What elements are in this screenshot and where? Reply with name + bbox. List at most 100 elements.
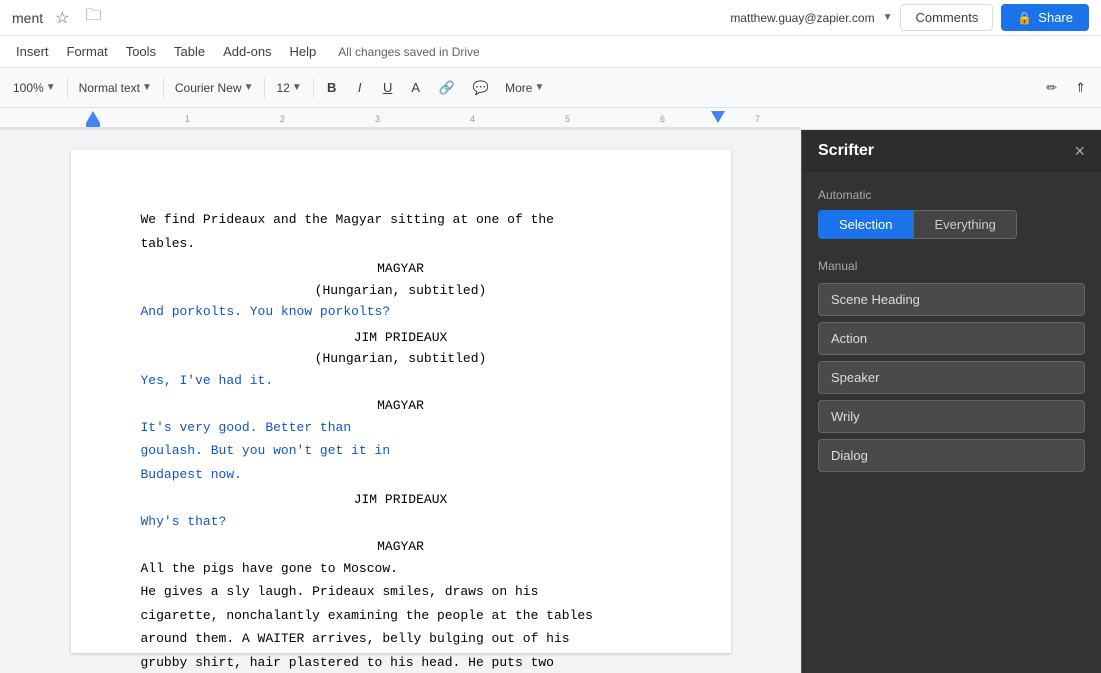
top-bar: ment ☆ 🗀 matthew.guay@zapier.com ▼ Comme… bbox=[0, 0, 1101, 36]
scrifter-header: Scrifter × bbox=[802, 130, 1101, 172]
style-value: Normal text bbox=[79, 81, 140, 95]
menu-addons[interactable]: Add-ons bbox=[215, 40, 279, 63]
dialog-line: Budapest now. bbox=[141, 465, 661, 485]
font-value: Courier New bbox=[175, 81, 242, 95]
ruler-svg: 1 2 3 4 5 6 7 bbox=[0, 108, 1101, 129]
zoom-value: 100% bbox=[13, 81, 44, 95]
action-line: grubby shirt, hair plastered to his head… bbox=[141, 653, 661, 673]
dialog-line: And porkolts. You know porkolts? bbox=[141, 302, 661, 322]
share-label: Share bbox=[1038, 10, 1073, 25]
main: We find Prideaux and the Magyar sitting … bbox=[0, 130, 1101, 673]
character-line: MAGYAR bbox=[141, 396, 661, 416]
zoom-chevron: ▼ bbox=[46, 82, 56, 93]
folder-icon[interactable]: 🗀 bbox=[81, 2, 105, 33]
speaker-button[interactable]: Speaker bbox=[818, 361, 1085, 394]
character-line: MAGYAR bbox=[141, 537, 661, 557]
menu-format[interactable]: Format bbox=[59, 40, 116, 63]
everything-button[interactable]: Everything bbox=[913, 210, 1016, 239]
link-button[interactable]: 🔗 bbox=[432, 75, 462, 101]
italic-button[interactable]: I bbox=[348, 75, 372, 101]
more-value: More bbox=[505, 81, 532, 95]
scene-block-3: JIM PRIDEAUX (Hungarian, subtitled) Yes,… bbox=[141, 328, 661, 391]
underline-button[interactable]: U bbox=[376, 75, 400, 101]
selection-button[interactable]: Selection bbox=[818, 210, 913, 239]
scene-block-5: JIM PRIDEAUX Why's that? bbox=[141, 490, 661, 531]
share-button[interactable]: 🔒 Share bbox=[1001, 4, 1089, 31]
svg-text:7: 7 bbox=[755, 114, 760, 124]
page[interactable]: We find Prideaux and the Magyar sitting … bbox=[71, 150, 731, 653]
dialog-line: Why's that? bbox=[141, 512, 661, 532]
action-line: We find Prideaux and the Magyar sitting … bbox=[141, 210, 661, 230]
scene-block-1: We find Prideaux and the Magyar sitting … bbox=[141, 210, 661, 253]
scrifter-close-button[interactable]: × bbox=[1074, 142, 1085, 160]
divider-4 bbox=[313, 78, 314, 98]
size-value: 12 bbox=[276, 81, 289, 95]
character-line: JIM PRIDEAUX bbox=[141, 490, 661, 510]
style-chevron: ▼ bbox=[142, 82, 152, 93]
divider-2 bbox=[163, 78, 164, 98]
dialog-line: Yes, I've had it. bbox=[141, 371, 661, 391]
doc-area[interactable]: We find Prideaux and the Magyar sitting … bbox=[0, 130, 801, 673]
scrifter-title: Scrifter bbox=[818, 142, 874, 160]
automatic-label: Automatic bbox=[818, 188, 1085, 202]
collapse-button[interactable]: ⇑ bbox=[1068, 75, 1093, 101]
svg-text:1: 1 bbox=[185, 114, 190, 124]
wrily-button[interactable]: Wrily bbox=[818, 400, 1085, 433]
action-line: He gives a sly laugh. Prideaux smiles, d… bbox=[141, 582, 661, 602]
menu-table[interactable]: Table bbox=[166, 40, 213, 63]
user-email: matthew.guay@zapier.com bbox=[730, 11, 874, 25]
scene-block-6: MAGYAR All the pigs have gone to Moscow.… bbox=[141, 537, 661, 673]
manual-label: Manual bbox=[818, 259, 1085, 273]
parenthetical-line: (Hungarian, subtitled) bbox=[141, 281, 661, 301]
font-color-button[interactable]: A bbox=[404, 75, 428, 101]
svg-text:6: 6 bbox=[660, 114, 665, 124]
star-icon[interactable]: ☆ bbox=[51, 6, 73, 30]
svg-text:3: 3 bbox=[375, 114, 380, 124]
chevron-down-icon[interactable]: ▼ bbox=[883, 12, 893, 23]
doc-title: ment bbox=[12, 10, 43, 26]
scene-block-2: MAGYAR (Hungarian, subtitled) And porkol… bbox=[141, 259, 661, 322]
svg-text:5: 5 bbox=[565, 114, 570, 124]
menu-insert[interactable]: Insert bbox=[8, 40, 57, 63]
dialog-line: It's very good. Better than bbox=[141, 418, 661, 438]
more-chevron: ▼ bbox=[534, 82, 544, 93]
menu-bar: Insert Format Tools Table Add-ons Help A… bbox=[0, 36, 1101, 68]
dialog-button[interactable]: Dialog bbox=[818, 439, 1085, 472]
pen-button[interactable]: ✏ bbox=[1039, 75, 1064, 101]
action-line: around them. A WAITER arrives, belly bul… bbox=[141, 629, 661, 649]
top-bar-left: ment ☆ 🗀 bbox=[12, 2, 105, 33]
font-chevron: ▼ bbox=[244, 82, 254, 93]
action-line: All the pigs have gone to Moscow. bbox=[141, 559, 661, 579]
svg-text:4: 4 bbox=[470, 114, 475, 124]
svg-text:2: 2 bbox=[280, 114, 285, 124]
size-select[interactable]: 12 ▼ bbox=[271, 77, 306, 99]
zoom-select[interactable]: 100% ▼ bbox=[8, 77, 61, 99]
menu-help[interactable]: Help bbox=[282, 40, 325, 63]
divider-1 bbox=[67, 78, 68, 98]
parenthetical-line: (Hungarian, subtitled) bbox=[141, 349, 661, 369]
scene-heading-button[interactable]: Scene Heading bbox=[818, 283, 1085, 316]
manual-buttons: Scene Heading Action Speaker Wrily Dialo… bbox=[818, 283, 1085, 472]
comment-button[interactable]: 💬 bbox=[466, 75, 496, 101]
autosave-message: All changes saved in Drive bbox=[338, 45, 479, 59]
top-bar-right: matthew.guay@zapier.com ▼ Comments 🔒 Sha… bbox=[730, 4, 1089, 31]
divider-3 bbox=[264, 78, 265, 98]
action-button[interactable]: Action bbox=[818, 322, 1085, 355]
lock-icon: 🔒 bbox=[1017, 11, 1032, 25]
toolbar: 100% ▼ Normal text ▼ Courier New ▼ 12 ▼ … bbox=[0, 68, 1101, 108]
scrifter-body: Automatic Selection Everything Manual Sc… bbox=[802, 172, 1101, 488]
manual-section: Manual Scene Heading Action Speaker Wril… bbox=[818, 259, 1085, 472]
dialog-line: goulash. But you won't get it in bbox=[141, 441, 661, 461]
character-line: MAGYAR bbox=[141, 259, 661, 279]
bold-button[interactable]: B bbox=[320, 75, 344, 101]
scrifter-panel: Scrifter × Automatic Selection Everythin… bbox=[801, 130, 1101, 673]
action-line: tables. bbox=[141, 234, 661, 254]
more-select[interactable]: More ▼ bbox=[500, 77, 549, 99]
comments-button[interactable]: Comments bbox=[900, 4, 993, 31]
character-line: JIM PRIDEAUX bbox=[141, 328, 661, 348]
font-select[interactable]: Courier New ▼ bbox=[170, 77, 259, 99]
menu-tools[interactable]: Tools bbox=[118, 40, 164, 63]
style-select[interactable]: Normal text ▼ bbox=[74, 77, 157, 99]
ruler: 1 2 3 4 5 6 7 bbox=[0, 108, 1101, 130]
size-chevron: ▼ bbox=[292, 82, 302, 93]
